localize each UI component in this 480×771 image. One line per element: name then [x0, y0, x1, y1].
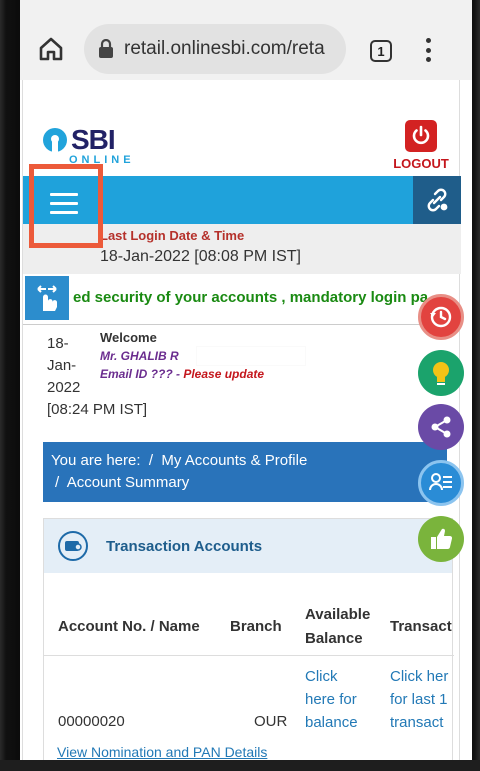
sbi-logo-icon [43, 128, 67, 154]
breadcrumb: You are here: / My Accounts & Profile / … [43, 442, 447, 502]
last-login-label: Last Login Date & Time [100, 228, 245, 243]
breadcrumb-item-account-summary: Account Summary [66, 474, 190, 491]
sbi-logo-text: SBI [71, 124, 116, 155]
url-text: retail.onlinesbi.com/reta [124, 38, 325, 59]
link-line: here for [305, 691, 357, 708]
ticker-text: ed security of your accounts , mandatory… [73, 289, 429, 306]
transaction-accounts-card: Transaction Accounts Account No. / Name … [43, 518, 454, 771]
email-update-prompt[interactable]: Email ID ??? - Please update [100, 367, 264, 381]
share-icon[interactable] [418, 404, 464, 450]
history-icon[interactable] [418, 294, 464, 340]
sbi-logo[interactable]: SBI ONLINE [43, 124, 131, 168]
web-page: SBI ONLINE LOGOUT Last Login Date & Time… [20, 80, 472, 771]
time-line: [08:24 PM IST] [47, 401, 148, 418]
breadcrumb-separator: / [55, 474, 60, 491]
nomination-pan-link[interactable]: View Nomination and PAN Details [57, 744, 267, 760]
security-ticker: ed security of your accounts , mandatory… [23, 276, 461, 322]
breadcrumb-separator: / [148, 452, 154, 469]
browser-toolbar: retail.onlinesbi.com/reta 1 [20, 0, 472, 80]
account-icon [58, 531, 88, 561]
touch-icon [25, 276, 69, 320]
welcome-label: Welcome [100, 330, 157, 345]
home-icon[interactable] [38, 36, 64, 62]
welcome-panel: 18- Jan- 2022 [08:24 PM IST] Welcome Mr.… [23, 324, 461, 426]
power-icon [405, 120, 437, 152]
phone-screen: retail.onlinesbi.com/reta 1 SBI ONLINE L… [20, 0, 472, 771]
customer-name: Mr. GHALIB R [100, 349, 179, 363]
link-line: balance [305, 714, 358, 731]
menu-icon [50, 193, 78, 220]
thumbs-up-icon[interactable] [418, 516, 464, 562]
hamburger-menu-button[interactable] [29, 164, 103, 248]
col-header-transact: Transact [390, 618, 452, 635]
page-content: SBI ONLINE LOGOUT Last Login Date & Time… [22, 80, 461, 771]
link-line: Click [305, 668, 338, 685]
col-header-balance-line: Balance [305, 630, 363, 647]
quick-links-icon[interactable] [413, 176, 461, 224]
last-login-value: 18-Jan-2022 [08:08 PM IST] [100, 248, 301, 265]
logout-label: LOGOUT [393, 156, 449, 171]
bulb-icon[interactable] [418, 350, 464, 396]
col-header-balance-line: Available [305, 606, 371, 623]
col-header-balance: Available Balance [305, 603, 370, 651]
card-header: Transaction Accounts [44, 519, 452, 573]
address-bar[interactable]: retail.onlinesbi.com/reta [84, 24, 346, 74]
tab-switcher-button[interactable]: 1 [370, 40, 392, 62]
account-number[interactable]: 00000020 [58, 710, 125, 733]
branch-name: OUR [254, 713, 288, 730]
col-header-branch: Branch [230, 618, 282, 635]
link-line: transact [390, 714, 444, 731]
lock-icon [98, 38, 114, 59]
email-prefix: Email ID ??? - [100, 367, 184, 381]
phone-bezel-bottom [0, 760, 480, 771]
last-transactions-link[interactable]: Click her for last 1 transact [390, 665, 454, 734]
link-line: for last 1 [390, 691, 448, 708]
logout-button[interactable]: LOGOUT [389, 120, 453, 171]
more-vert-icon[interactable] [424, 38, 432, 62]
link-line: Click her [390, 668, 449, 685]
redacted-area [197, 347, 305, 365]
breadcrumb-prefix: You are here: [51, 452, 141, 469]
table-divider [44, 655, 454, 656]
view-balance-link[interactable]: Click here for balance [305, 665, 358, 734]
col-header-account: Account No. / Name [58, 618, 200, 635]
breadcrumb-item-my-accounts[interactable]: My Accounts & Profile [161, 452, 307, 469]
card-title: Transaction Accounts [106, 537, 263, 555]
form-icon[interactable] [418, 460, 464, 506]
email-update-link[interactable]: Please update [183, 367, 264, 381]
